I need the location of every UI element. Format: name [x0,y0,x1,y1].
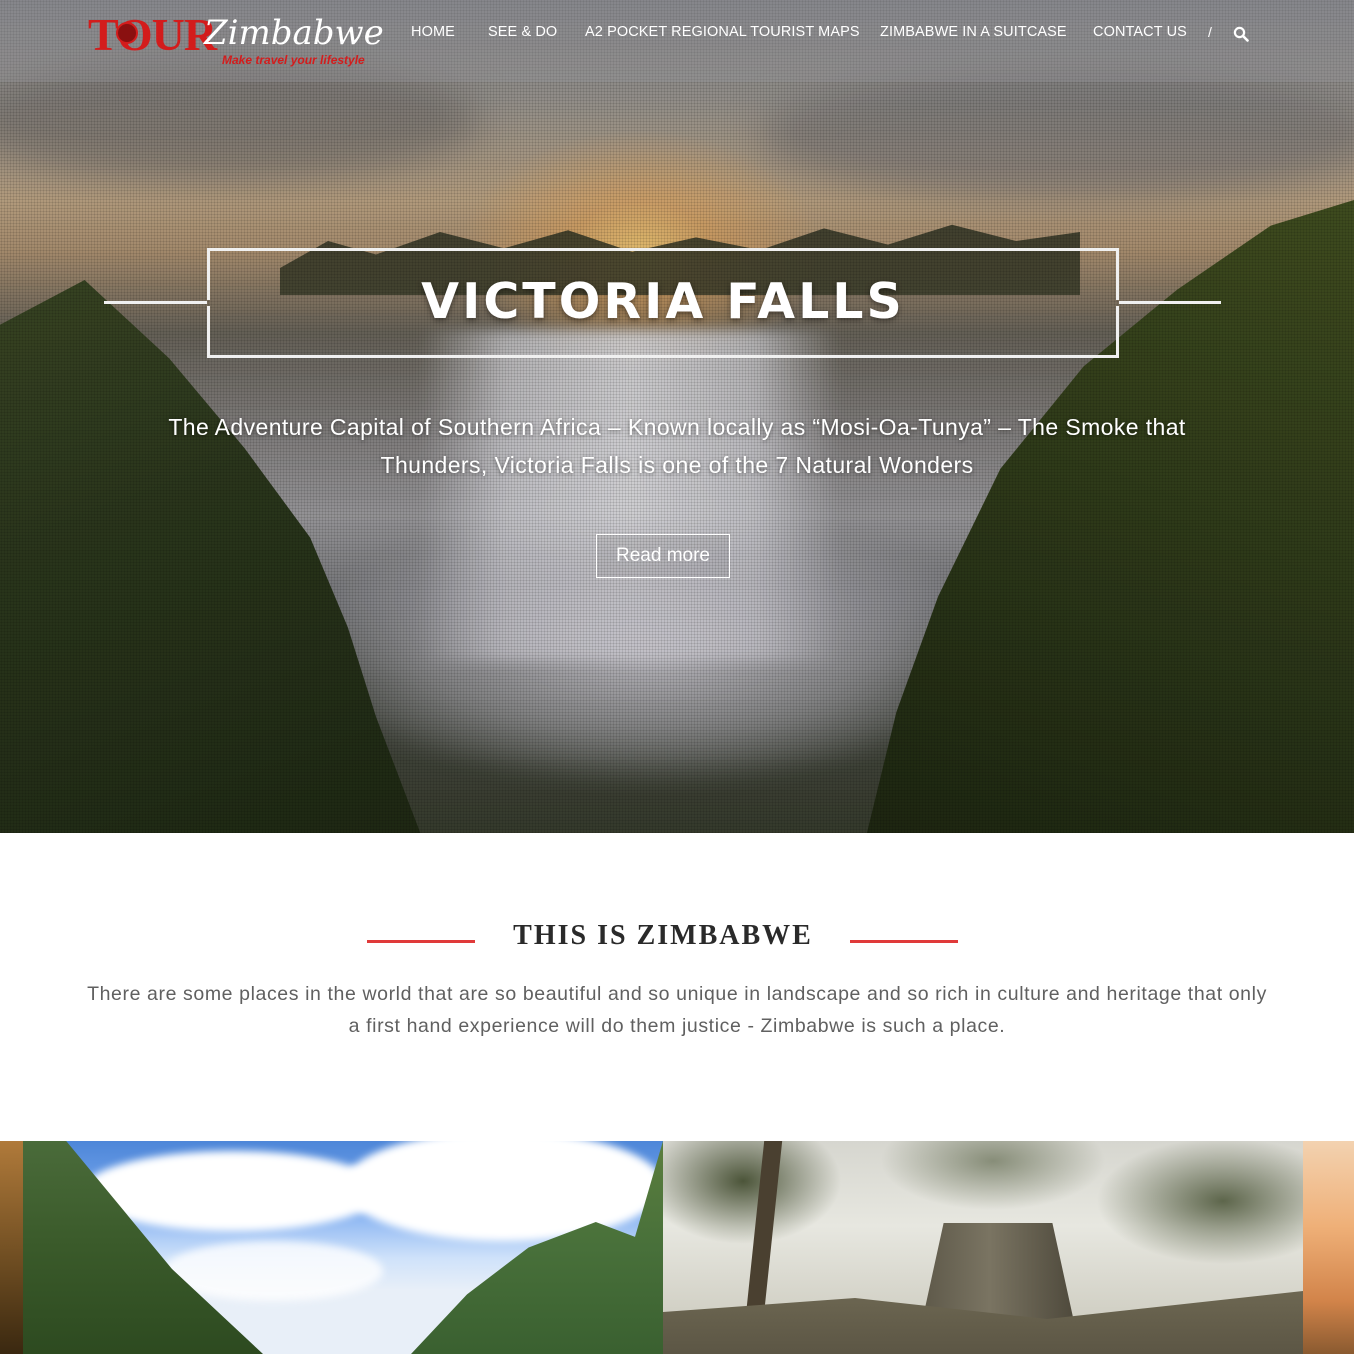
read-more-button[interactable]: Read more [596,534,730,578]
gallery-tile-prev-partial[interactable] [0,1141,23,1354]
hero-banner: VICTORIA FALLS The Adventure Capital of … [0,0,1354,833]
hero-title: VICTORIA FALLS [421,273,905,330]
gallery-tile-mountains[interactable] [23,1141,663,1354]
nav-item-home[interactable]: HOME [411,24,455,40]
search-icon[interactable] [1233,26,1249,42]
title-side-line-right [1119,301,1221,304]
section-title: THIS IS ZIMBABWE [513,920,813,951]
heading-line-right [850,940,958,943]
section-body: There are some places in the world that … [87,983,1267,1037]
nav-item-tourist-maps[interactable]: A2 POCKET REGIONAL TOURIST MAPS [585,24,860,40]
nav-item-contact[interactable]: CONTACT US [1093,24,1187,40]
logo-wordmark: TOUR [88,9,217,60]
tile-cloud [343,1141,663,1241]
logo-script: Zimbabwe [204,13,384,53]
title-side-line-left [104,301,207,304]
logo-emblem-icon [116,22,138,44]
site-header: TOUR Zimbabwe Make travel your lifestyle… [0,0,1354,82]
nav-item-suitcase[interactable]: ZIMBABWE IN A SUITCASE [880,24,1067,40]
hero-subtitle: The Adventure Capital of Southern Africa… [168,414,1186,478]
site-logo[interactable]: TOUR Zimbabwe Make travel your lifestyle [86,6,386,72]
gallery-tile-ruins[interactable] [663,1141,1303,1354]
nav-separator: / [1208,24,1212,40]
heading-line-left [367,940,475,943]
logo-tagline: Make travel your lifestyle [222,53,365,67]
gallery-tile-next-partial[interactable] [1303,1141,1354,1354]
nav-item-see-and-do[interactable]: SEE & DO [488,24,557,40]
